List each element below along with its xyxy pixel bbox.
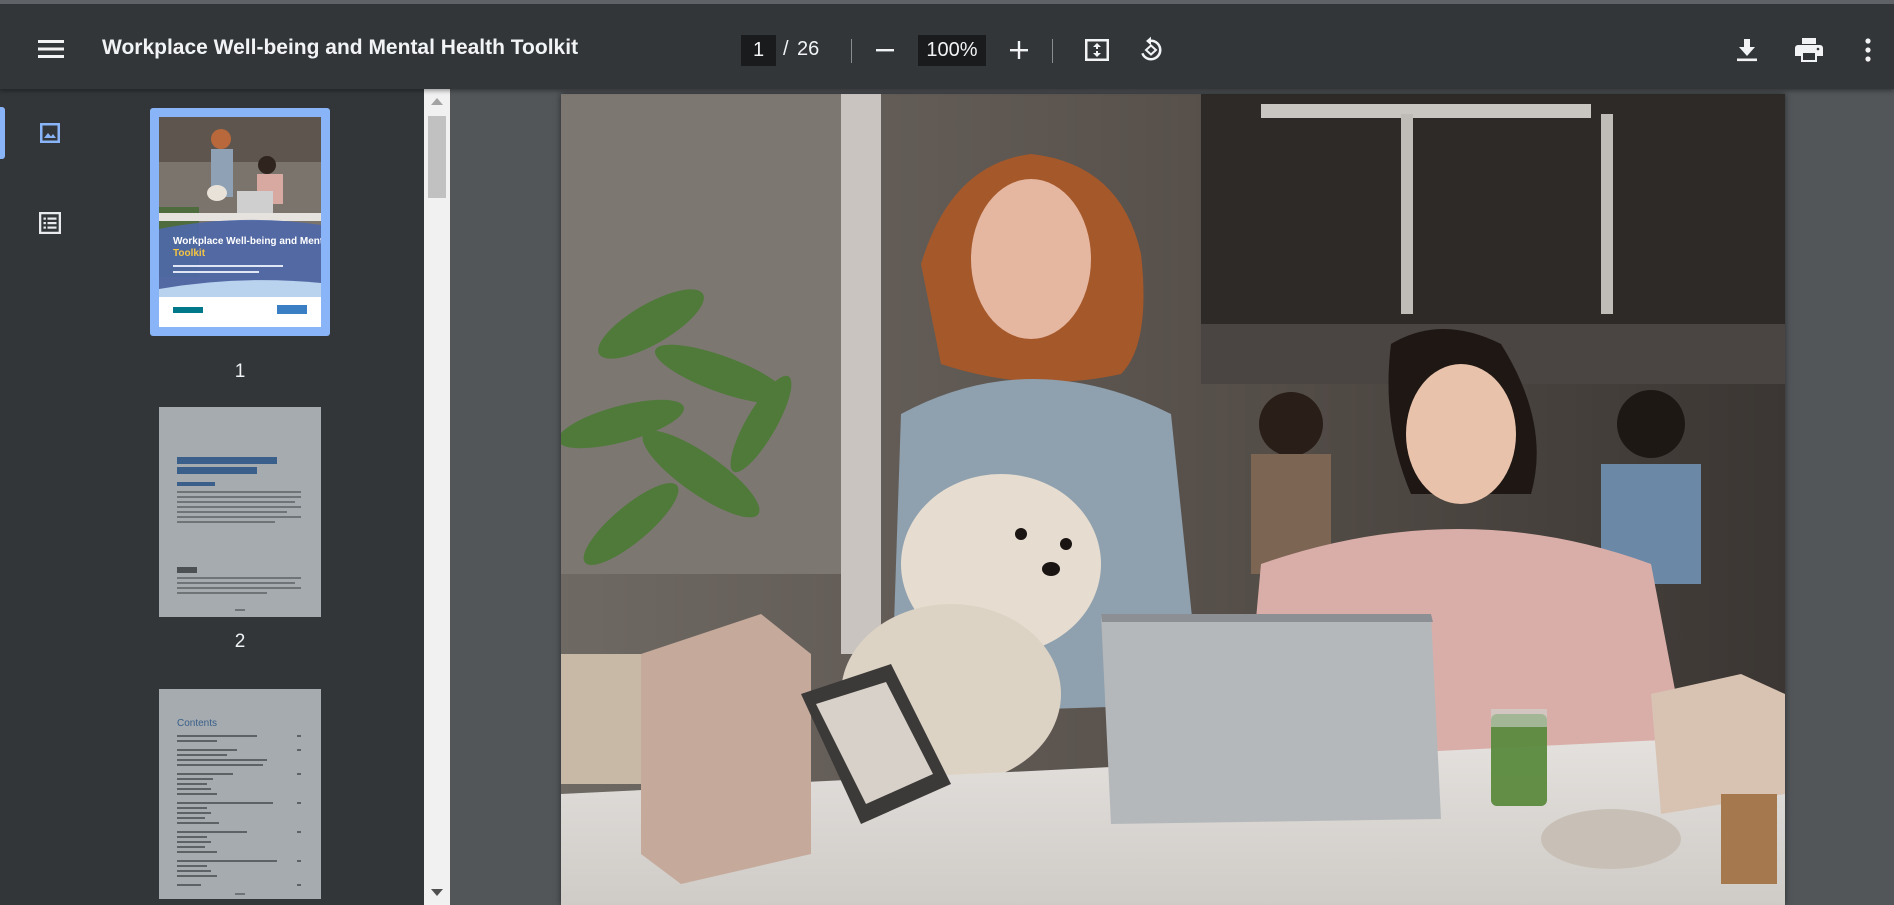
- thumbnail-page-1[interactable]: Workplace Well-being and Mental Health T…: [150, 108, 330, 382]
- current-page-input[interactable]: 1: [741, 35, 776, 66]
- image-icon: [40, 123, 60, 143]
- download-button[interactable]: [1731, 34, 1763, 66]
- thumbnail-panel: Workplace Well-being and Mental Health T…: [100, 89, 424, 905]
- minus-icon: [876, 49, 894, 52]
- page-2-thumbnail-image: [159, 407, 321, 617]
- rotate-button[interactable]: [1135, 34, 1167, 66]
- scroll-up-arrow-icon[interactable]: [431, 98, 443, 105]
- more-vertical-icon: [1865, 38, 1871, 62]
- outline-view-button[interactable]: [36, 209, 64, 237]
- toolbar-divider: [851, 39, 852, 63]
- toolbar-divider: [1052, 39, 1053, 63]
- fit-to-page-icon: [1085, 39, 1109, 61]
- cover-title-accent: Toolkit: [173, 248, 206, 259]
- zoom-level-input[interactable]: 100%: [918, 35, 986, 66]
- thumbnail-page-3[interactable]: Contents: [159, 689, 321, 905]
- total-pages: 26: [797, 38, 820, 60]
- scrollbar-thumb[interactable]: [428, 116, 446, 198]
- zoom-out-button[interactable]: [870, 34, 900, 66]
- contents-heading: Contents: [177, 718, 217, 729]
- download-icon: [1737, 39, 1757, 62]
- thumbnail-page-2[interactable]: 2: [159, 407, 321, 663]
- thumbnail-page-number: 2: [234, 631, 246, 652]
- page-separator: /: [783, 38, 789, 60]
- plus-icon: [1010, 41, 1028, 59]
- thumbnail-page-number: 1: [234, 361, 246, 382]
- fit-to-page-button[interactable]: [1081, 34, 1113, 66]
- document-title: Workplace Well-being and Mental Health T…: [102, 36, 579, 59]
- thumbnail-scrollbar[interactable]: [424, 89, 450, 905]
- thumbnails-view-button[interactable]: [36, 119, 64, 147]
- hamburger-menu-icon[interactable]: [34, 32, 68, 66]
- print-button[interactable]: [1792, 34, 1826, 66]
- rotate-counterclockwise-icon: [1141, 36, 1162, 61]
- pdf-page-1: [561, 94, 1785, 905]
- pdf-toolbar: Workplace Well-being and Mental Health T…: [0, 0, 1894, 89]
- cover-photo-image: [561, 94, 1785, 905]
- more-options-button[interactable]: [1856, 34, 1880, 66]
- scroll-down-arrow-icon[interactable]: [431, 889, 443, 896]
- print-icon: [1795, 38, 1823, 62]
- cover-title-text: Workplace Well-being and Mental Health: [173, 236, 321, 247]
- active-indicator: [0, 107, 5, 159]
- sidebar-rail: [0, 89, 100, 905]
- list-icon: [39, 212, 61, 234]
- cover-thumbnail-image: Workplace Well-being and Mental Health T…: [159, 117, 321, 327]
- page-3-thumbnail-image: Contents: [159, 689, 321, 899]
- zoom-in-button[interactable]: [1004, 34, 1034, 66]
